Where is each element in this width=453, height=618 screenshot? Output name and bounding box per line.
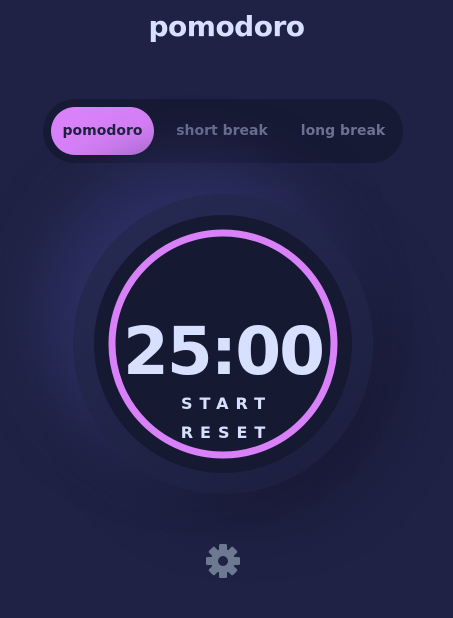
reset-button[interactable]: RESET [94, 423, 352, 442]
timer-face: 25:00 START RESET [94, 215, 352, 473]
mode-tabs: pomodoro short break long break [43, 99, 403, 163]
timer-dial: 25:00 START RESET [73, 194, 373, 494]
settings-button[interactable] [204, 542, 242, 580]
gear-icon [206, 544, 240, 578]
app-title: pomodoro [148, 10, 305, 43]
tab-short-break[interactable]: short break [165, 107, 279, 155]
time-display: 25:00 [122, 313, 325, 390]
start-button[interactable]: START [94, 394, 352, 413]
tab-pomodoro[interactable]: pomodoro [51, 107, 154, 155]
tab-long-break[interactable]: long break [291, 107, 395, 155]
